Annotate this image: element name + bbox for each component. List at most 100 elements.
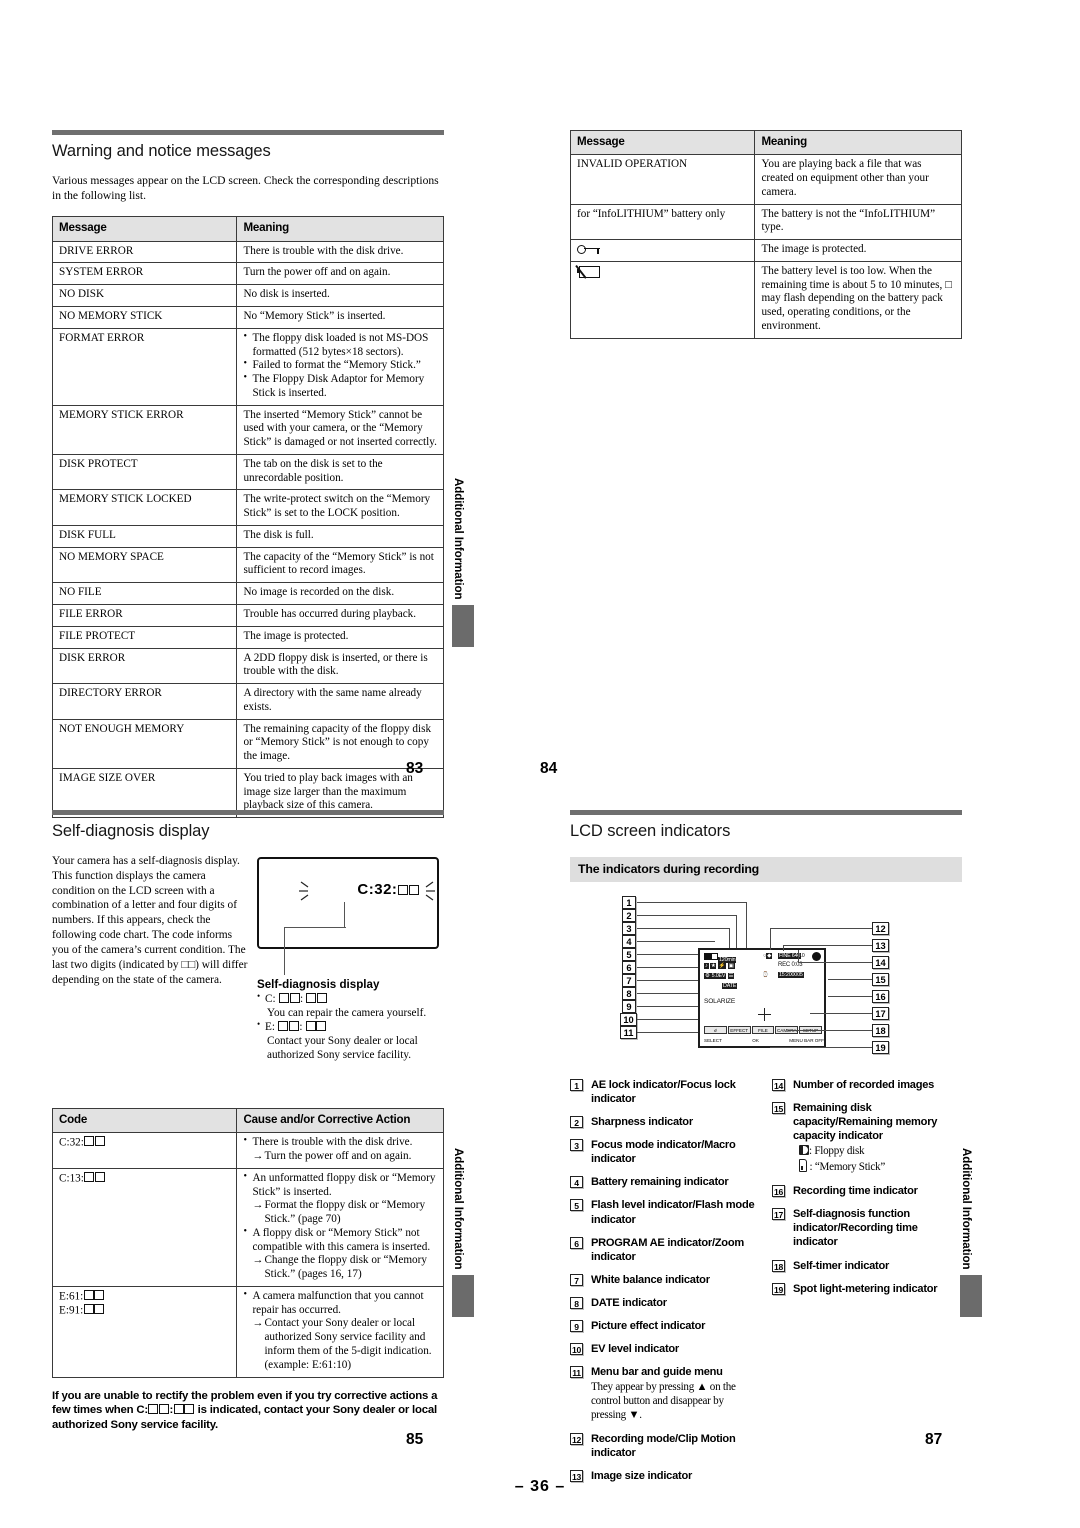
table-row: FORMAT ERROR The floppy disk loaded is n…: [51, 327, 444, 406]
column-header-message: Message: [569, 129, 756, 156]
leader-line: [828, 979, 872, 981]
cell-meaning: The capacity of the “Memory Stick” is no…: [236, 546, 444, 584]
legend-number: 12: [570, 1433, 583, 1446]
cell-meaning: The inserted “Memory Stick” cannot be us…: [236, 404, 444, 455]
legend-label: Sharpness indicator: [591, 1116, 693, 1129]
cell-message: INVALID OPERATION: [569, 154, 756, 205]
legend-label: Self-diagnosis function indicator/Record…: [793, 1208, 918, 1249]
leader-line: [810, 1013, 872, 1015]
callout-9: 9: [622, 1000, 636, 1013]
legend-item: 14 Number of recorded images: [772, 1078, 962, 1092]
legend-item: 3 Focus mode indicator/Macro indicator: [570, 1138, 760, 1166]
column-header-meaning: Meaning: [754, 129, 962, 156]
leader-line: [783, 945, 872, 947]
indicator-legend: 1 AE lock indicator/Focus lock indicator …: [570, 1078, 962, 1492]
cell-action: There is trouble with the disk drive.Tur…: [236, 1132, 444, 1169]
table-row: FILE PROTECT The image is protected.: [51, 625, 444, 649]
callout-12: 12: [872, 922, 889, 935]
legend-number: 3: [570, 1139, 583, 1152]
bullet-item: A camera malfunction that you cannot rep…: [243, 1289, 438, 1373]
caption-text-c: You can repair the camera yourself.: [267, 1007, 427, 1020]
leader-line-horizontal: [284, 927, 346, 929]
table-row: NO DISK No disk is inserted.: [51, 284, 444, 307]
cell-message-icon: [569, 260, 756, 339]
self-diagnosis-code: C:32:: [357, 881, 419, 898]
callout-7: 7: [622, 974, 636, 987]
legend-label: Focus mode indicator/Macro indicator: [591, 1139, 736, 1166]
cell-action: A camera malfunction that you cannot rep…: [236, 1285, 444, 1378]
arrow-action: Turn the power off and on again.: [252, 1150, 438, 1164]
legend-number: 14: [772, 1079, 785, 1091]
floppy-note-row: : Floppy disk: [793, 1145, 962, 1159]
cell-code: C:13:: [51, 1167, 238, 1287]
flash-and-sharpness-indicators: ♪ ★ ⚡ ▣: [704, 963, 735, 969]
table-row: The battery level is too low. When the r…: [569, 260, 962, 339]
page-number-83: 83: [406, 760, 424, 777]
page-number-85: 85: [406, 1431, 424, 1448]
table-row: NO FILE No image is recorded on the disk.: [51, 582, 444, 605]
self-diagnosis-illustration-block: Your camera has a self-diagnosis display…: [52, 854, 444, 1104]
side-tab-label: Additional Information: [960, 1148, 973, 1270]
bullet-item: An unformatted floppy disk or “Memory St…: [243, 1171, 438, 1227]
cell-meaning: The battery is not the “InfoLITHIUM” typ…: [754, 203, 962, 241]
side-tab-marker: [452, 605, 474, 648]
menu-item-effect[interactable]: EFFECT: [727, 1026, 751, 1034]
number-of-recorded-images: 10: [799, 953, 805, 959]
placeholder-box: [397, 884, 408, 895]
lcd-indicator-diagram: 1 2 3 4 5 6 7 8 9 10 11 120min ♪ ★ ⚡ ▣ ⚙…: [570, 894, 962, 1064]
legend-number: 11: [570, 1366, 583, 1379]
legend-number: 5: [570, 1199, 583, 1212]
menu-item-file[interactable]: FILE: [751, 1026, 775, 1034]
cell-meaning: The battery level is too low. When the r…: [754, 260, 962, 339]
legend-item: 18 Self-timer indicator: [772, 1259, 962, 1273]
side-tab-label: Additional Information: [452, 1148, 465, 1270]
legend-label: AE lock indicator/Focus lock indicator: [591, 1079, 736, 1106]
cell-meaning: You are playing back a file that was cre…: [754, 154, 962, 205]
legend-number: 16: [772, 1185, 785, 1198]
battery-remaining-indicator: 120min: [704, 953, 737, 963]
cell-meaning: A 2DD floppy disk is inserted, or there …: [236, 647, 444, 685]
self-diagnosis-caption: Self-diagnosis display C: : You can repa…: [257, 978, 447, 1063]
cell-message: NO DISK: [51, 284, 238, 307]
leader-line-down: [284, 927, 286, 975]
floppy-note-text: : Floppy disk: [809, 1145, 865, 1158]
caption-text-e: Contact your Sony dealer or local author…: [267, 1035, 418, 1062]
guide-ok: OK: [752, 1038, 759, 1043]
bullet-item: There is trouble with the disk drive.Tur…: [243, 1135, 438, 1164]
page-title: Self-diagnosis display: [52, 822, 210, 840]
column-header-meaning: Meaning: [236, 216, 444, 242]
legend-label: PROGRAM AE indicator/Zoom indicator: [591, 1236, 744, 1263]
table-row: for “InfoLITHIUM” battery only The batte…: [569, 203, 962, 241]
blink-rays-left-icon: [299, 881, 309, 901]
menu-item-camera-icon[interactable]: ☌: [704, 1026, 727, 1034]
bullet-item: The floppy disk loaded is not MS-DOS for…: [243, 331, 438, 360]
legend-item: 9 Picture effect indicator: [570, 1319, 760, 1333]
table-row: E:61: E:91: A camera malfunction that yo…: [51, 1285, 444, 1378]
sheet-number: – 36 –: [514, 1478, 566, 1495]
date-indicator: DATE: [722, 983, 738, 989]
callout-10: 10: [620, 1013, 637, 1026]
floppy-disk-icon: [799, 1145, 809, 1156]
caption-code-e: E: :: [257, 1019, 447, 1034]
page-83-panel: Warning and notice messages Various mess…: [51, 130, 444, 819]
table-row: SYSTEM ERROR Turn the power off and on ag…: [51, 262, 444, 286]
cell-message: NO MEMORY STICK: [51, 305, 238, 329]
cell-message: DISK PROTECT: [51, 453, 238, 491]
low-battery-icon: [575, 265, 601, 279]
leader-line-vertical: [736, 915, 738, 948]
side-tab-additional-information: Additional Information: [452, 1148, 474, 1318]
legend-icon-notes: : Floppy disk : “Memory Stick”: [793, 1145, 962, 1175]
bullet-item: The Floppy Disk Adaptor for Memory Stick…: [243, 372, 438, 401]
cell-meaning: No disk is inserted.: [236, 284, 444, 307]
callout-15: 15: [872, 973, 889, 986]
table-header-row: Code Cause and/or Corrective Action: [51, 1107, 444, 1134]
legend-number: 18: [772, 1259, 785, 1272]
cell-message: SYSTEM ERROR: [51, 262, 238, 286]
bullet-item: Failed to format the “Memory Stick.”: [243, 358, 438, 373]
bullet-list: An unformatted floppy disk or “Memory St…: [243, 1171, 438, 1282]
legend-number: 1: [570, 1079, 583, 1091]
legend-item: 12 Recording mode/Clip Motion indicator: [570, 1432, 760, 1460]
warning-note: If you are unable to rectify the problem…: [52, 1389, 438, 1432]
leader-line-vertical: [344, 902, 346, 928]
section-rule: [570, 810, 962, 815]
